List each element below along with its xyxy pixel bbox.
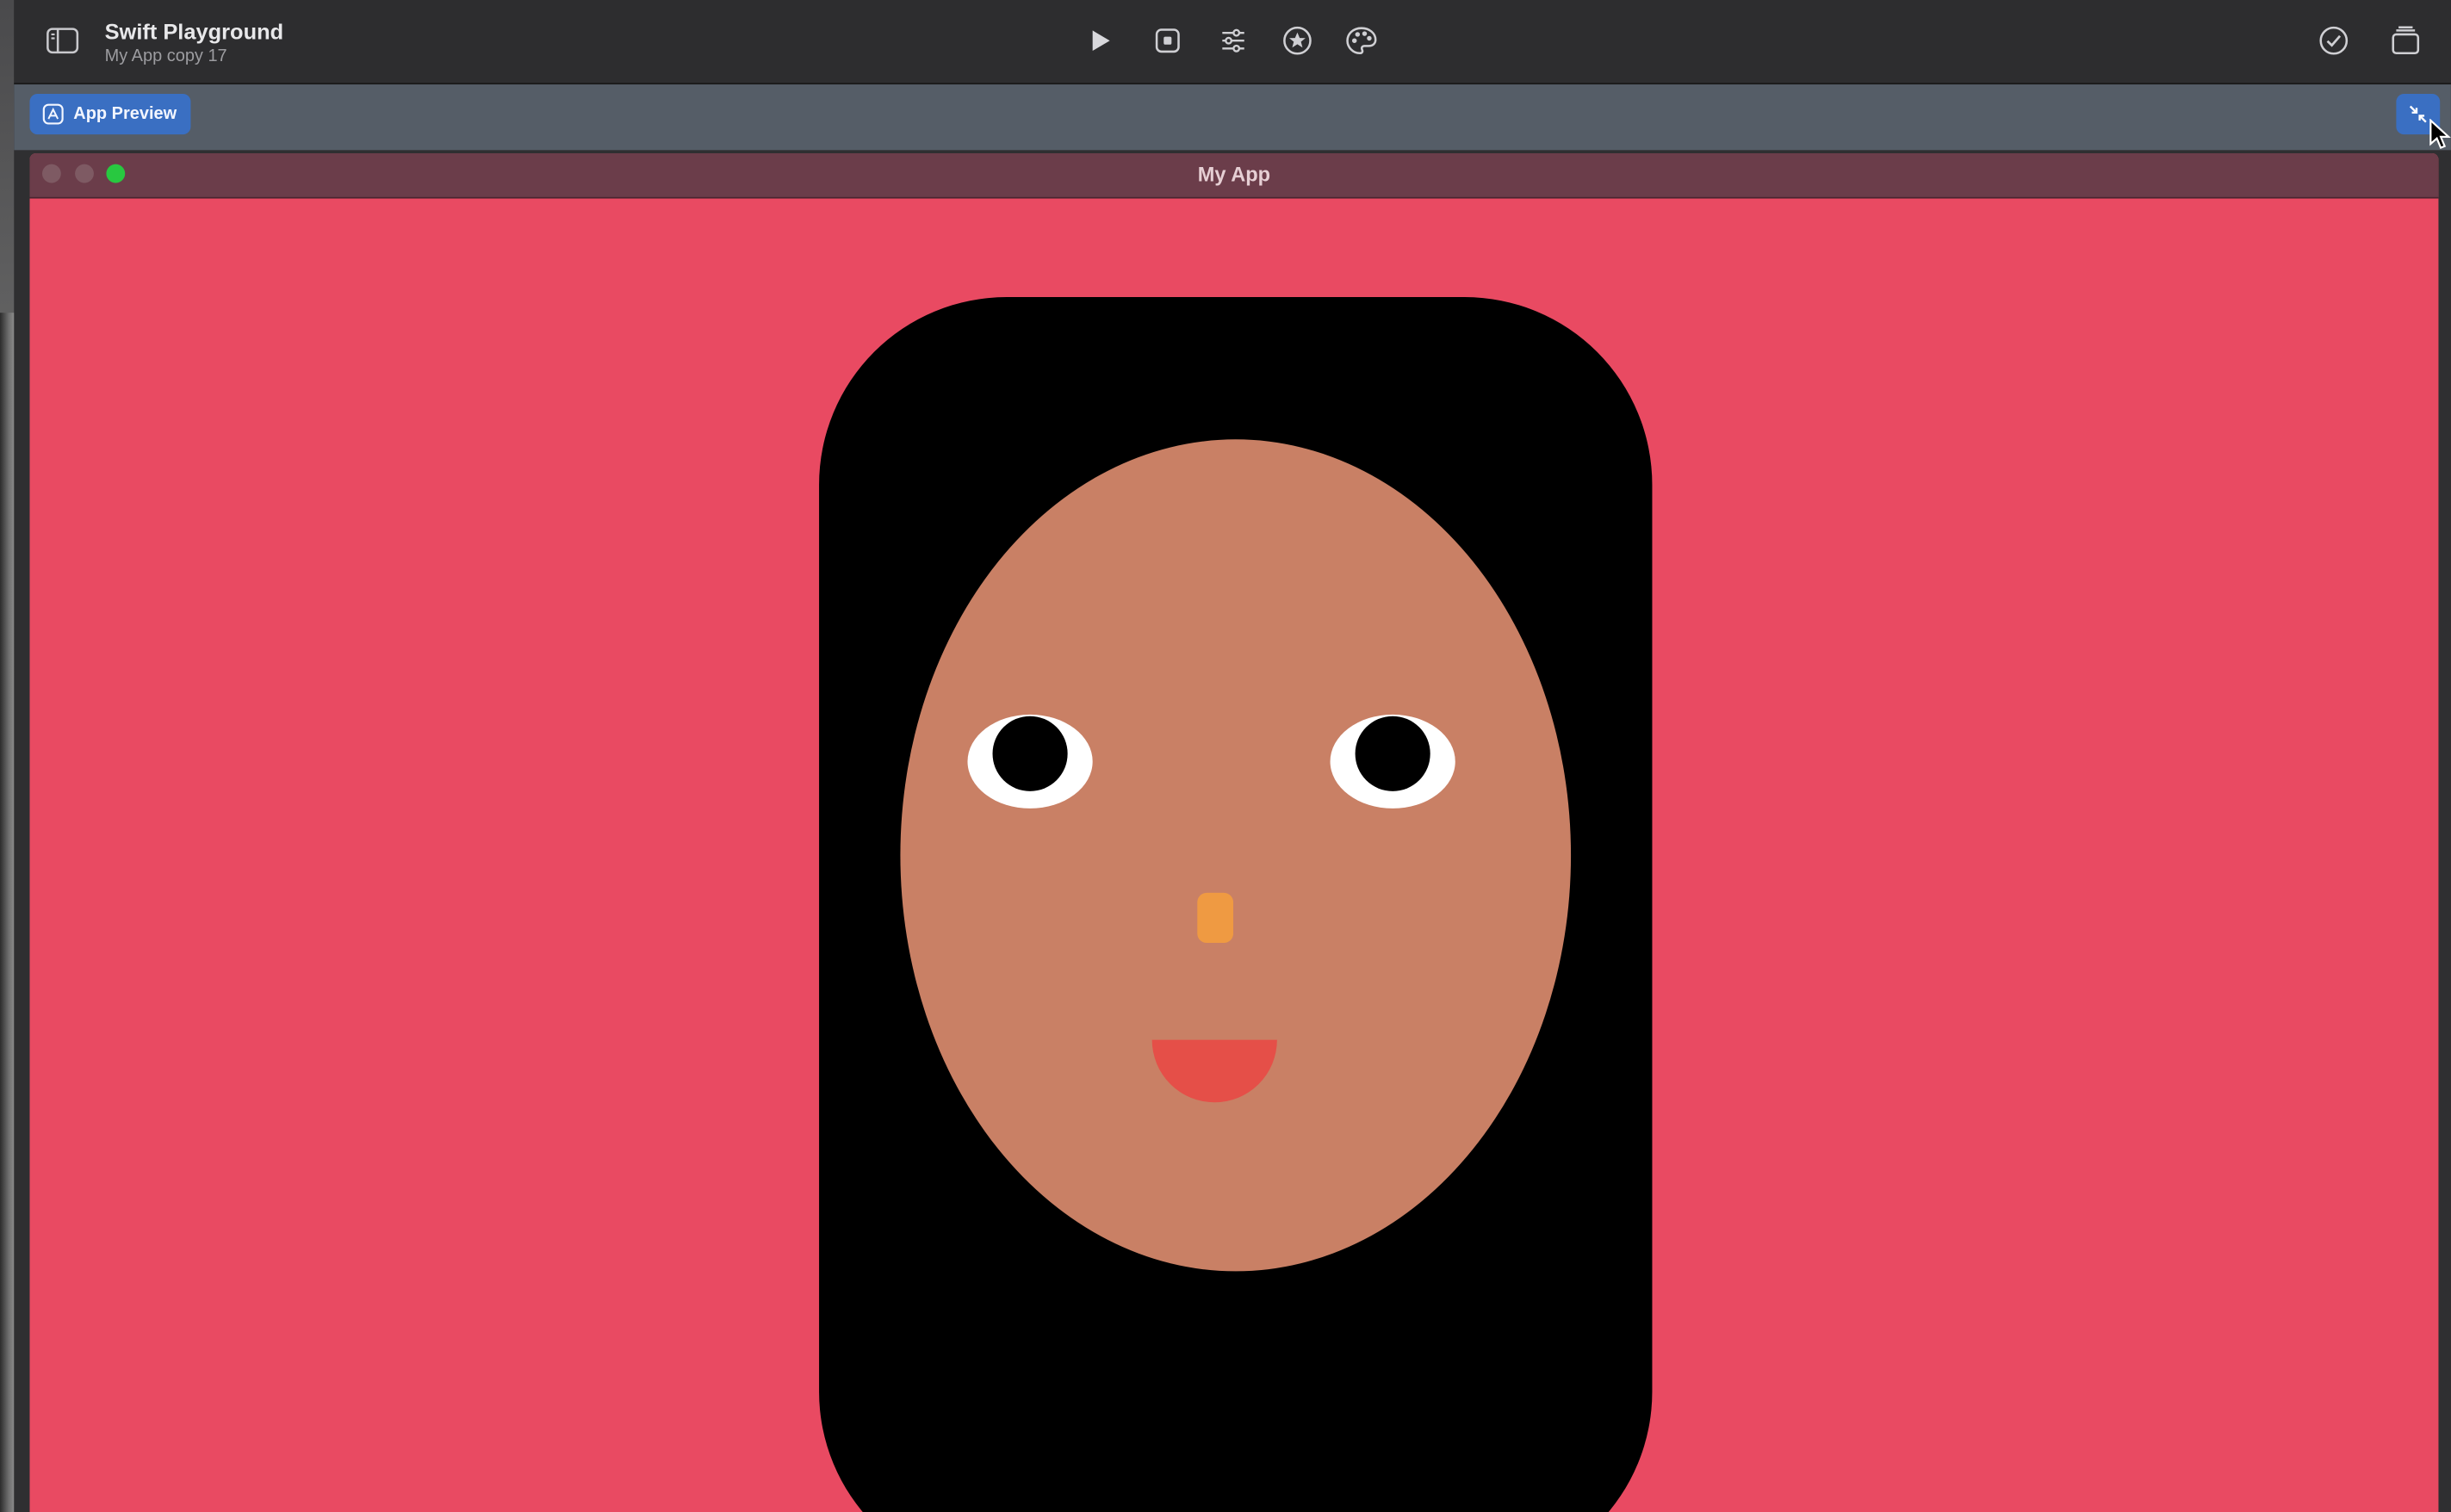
toolbar: Swift Playground My App copy 17 bbox=[14, 0, 2451, 85]
play-icon[interactable] bbox=[1083, 23, 1118, 58]
stop-icon[interactable] bbox=[1151, 23, 1185, 58]
swift-playground-window: Swift Playground My App copy 17 App Prev… bbox=[14, 0, 2451, 1512]
nose-shape bbox=[1197, 892, 1234, 944]
face-shape bbox=[900, 439, 1572, 1272]
app-preview-window: My App bbox=[29, 152, 2439, 1512]
project-name: My App copy 17 bbox=[104, 46, 227, 66]
app-preview-label: App Preview bbox=[73, 104, 177, 124]
background-edge bbox=[0, 313, 15, 1512]
preview-titlebar: My App bbox=[29, 152, 2439, 199]
library-icon[interactable] bbox=[2388, 23, 2423, 58]
preview-bar: App Preview bbox=[14, 84, 2451, 151]
palette-icon[interactable] bbox=[1344, 23, 1379, 58]
title-block: Swift Playground My App copy 17 bbox=[105, 19, 284, 67]
mouse-cursor-icon bbox=[2429, 119, 2451, 150]
background-desktop bbox=[0, 0, 15, 1512]
preview-window-title: My App bbox=[1197, 162, 1271, 187]
app-title: Swift Playground bbox=[104, 18, 284, 44]
star-icon[interactable] bbox=[1280, 23, 1314, 58]
collapse-arrows-icon bbox=[2409, 105, 2427, 123]
right-eye bbox=[1330, 714, 1455, 809]
app-preview-button[interactable]: App Preview bbox=[29, 93, 191, 135]
sliders-icon[interactable] bbox=[1216, 23, 1250, 58]
left-pupil bbox=[992, 716, 1068, 791]
app-canvas bbox=[29, 198, 2439, 1512]
right-pupil bbox=[1355, 716, 1430, 791]
checkmark-circle-icon[interactable] bbox=[2317, 23, 2351, 58]
sidebar-toggle-icon[interactable] bbox=[46, 25, 80, 56]
app-store-icon bbox=[42, 103, 64, 125]
left-eye bbox=[967, 714, 1093, 809]
screen: Swift Playground My App copy 17 App Prev… bbox=[0, 0, 2451, 1512]
